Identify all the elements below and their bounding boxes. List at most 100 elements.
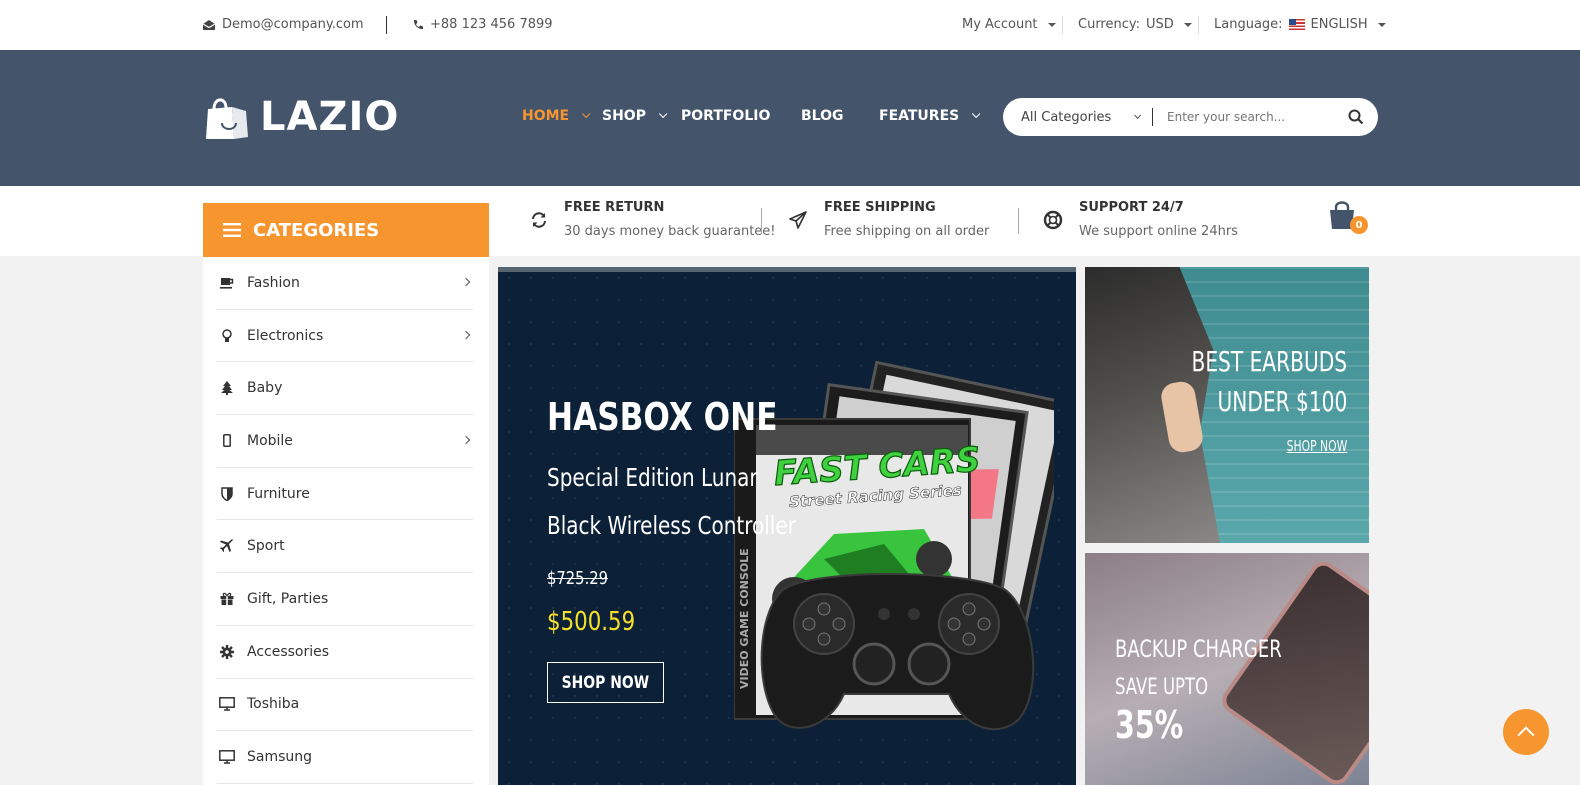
search-category-value: All Categories: [1021, 109, 1112, 125]
category-label: Baby: [247, 380, 283, 397]
paper-plane-icon: [789, 210, 807, 229]
nav-home[interactable]: HOME: [522, 108, 591, 124]
site-logo[interactable]: LAZIO: [202, 93, 399, 141]
nav-features[interactable]: FEATURES: [879, 108, 981, 124]
hero-slider: FAST CARS Street Racing Series VIDEO GAM…: [498, 267, 1076, 785]
nav-shop[interactable]: SHOP: [602, 108, 668, 124]
nav-features-label: FEATURES: [879, 108, 960, 124]
search-icon[interactable]: [1348, 109, 1364, 125]
category-label: Fashion: [247, 274, 300, 291]
category-label: Samsung: [247, 749, 313, 766]
banner-earbuds-cta[interactable]: SHOP NOW: [1286, 437, 1347, 455]
hero-title: HASBOX ONE: [547, 395, 778, 439]
nav-blog[interactable]: BLOG: [801, 108, 844, 124]
nav-portfolio[interactable]: PORTFOLIO: [681, 108, 770, 124]
language-dropdown[interactable]: Language: ENGLISH: [1214, 17, 1386, 32]
caret-down-icon: [1377, 22, 1386, 27]
lifebuoy-icon: [1043, 210, 1063, 229]
category-label: Accessories: [247, 643, 330, 660]
lightbulb-icon: [217, 328, 237, 343]
category-item-fashion[interactable]: Fashion: [217, 257, 473, 310]
feature-support: SUPPORT 24/7 We support online 24hrs: [1043, 200, 1238, 239]
chevron-down-icon: [582, 109, 591, 119]
game-console-product-image: FAST CARS Street Racing Series VIDEO GAM…: [734, 360, 1054, 731]
cart-button[interactable]: 0: [1328, 200, 1368, 234]
categories-title: CATEGORIES: [253, 219, 380, 241]
tree-icon: [217, 381, 237, 396]
feature-free-shipping: FREE SHIPPING Free shipping on all order: [788, 200, 989, 239]
phone-contact[interactable]: +88 123 456 7899: [412, 17, 553, 32]
banner-charger[interactable]: BACKUP CHARGER SAVE UPTO 35%: [1085, 553, 1369, 785]
mobile-phone-icon: [217, 434, 237, 448]
feature-subtitle: We support online 24hrs: [1079, 224, 1238, 239]
scroll-to-top-button[interactable]: [1503, 709, 1549, 755]
category-label: Mobile: [247, 432, 293, 449]
category-label: Gift, Parties: [247, 590, 329, 607]
monitor-icon: [217, 697, 237, 712]
category-item-mobile[interactable]: Mobile: [217, 415, 473, 468]
shield-icon: [217, 486, 237, 501]
currency-value: USD: [1146, 17, 1174, 32]
hamburger-menu-icon: [223, 223, 241, 237]
nav-portfolio-label: PORTFOLIO: [681, 108, 771, 124]
nav-blog-label: BLOG: [801, 108, 844, 124]
category-list: Fashion Electronics Baby Mobile Furnitur…: [203, 257, 489, 784]
feature-subtitle: 30 days money back guarantee!: [564, 224, 776, 239]
my-account-label: My Account: [962, 17, 1038, 32]
search-category-select[interactable]: All Categories: [1003, 108, 1153, 126]
chevron-right-icon: [461, 435, 471, 445]
caret-down-icon: [1047, 22, 1056, 27]
caret-down-icon: [1183, 22, 1192, 27]
currency-dropdown[interactable]: Currency: USD: [1078, 17, 1192, 32]
category-item-furniture[interactable]: Furniture: [217, 468, 473, 521]
feature-subtitle: Free shipping on all order: [824, 224, 990, 239]
hero-shop-now-label: SHOP NOW: [561, 672, 650, 693]
search-input[interactable]: [1153, 110, 1333, 124]
banner-device-image: [1216, 556, 1369, 785]
feature-free-return: FREE RETURN 30 days money back guarantee…: [530, 200, 776, 239]
category-item-sport[interactable]: Sport: [217, 520, 473, 574]
chevron-down-icon: [972, 109, 981, 119]
gift-icon: [217, 592, 237, 606]
category-item-toshiba[interactable]: Toshiba: [217, 679, 473, 732]
email-contact[interactable]: Demo@company.com: [202, 17, 364, 32]
cart-count-badge: 0: [1350, 216, 1368, 234]
hero-price: $500.59: [547, 607, 636, 637]
banner-earbuds[interactable]: BEST EARBUDS UNDER $100 SHOP NOW: [1085, 267, 1369, 543]
category-label: Electronics: [247, 327, 324, 344]
feature-title: FREE RETURN: [564, 200, 665, 215]
phone-icon: [413, 19, 423, 29]
categories-panel: CATEGORIES Fashion Electronics Baby Mobi…: [203, 203, 489, 785]
game-spine-text: VIDEO GAME CONSOLE: [738, 548, 751, 689]
my-account-dropdown[interactable]: My Account: [962, 17, 1056, 32]
hero-subtitle-line1: Special Edition Lunar: [547, 463, 758, 492]
us-flag-icon: [1288, 19, 1305, 30]
categories-header[interactable]: CATEGORIES: [203, 203, 489, 257]
banner-earbuds-line1: BEST EARBUDS: [1191, 345, 1347, 378]
airplane-icon: [217, 539, 237, 553]
main-header: LAZIO HOME SHOP PORTFOLIO BLOG FEATURES …: [0, 50, 1580, 186]
chevron-down-icon: [1134, 111, 1142, 119]
category-item-accessories[interactable]: Accessories: [217, 626, 473, 679]
divider: [1018, 208, 1019, 234]
nav-home-label: HOME: [522, 108, 570, 124]
divider: [1198, 16, 1199, 34]
chevron-right-icon: [461, 330, 471, 339]
divider: [761, 208, 762, 234]
category-item-gift-parties[interactable]: Gift, Parties: [217, 573, 473, 626]
top-bar: Demo@company.com +88 123 456 7899 My Acc…: [0, 0, 1580, 50]
feature-title: FREE SHIPPING: [824, 200, 936, 215]
category-item-samsung[interactable]: Samsung: [217, 731, 473, 784]
banner-charger-line2: SAVE UPTO: [1115, 675, 1209, 700]
email-text: Demo@company.com: [222, 17, 364, 32]
banner-earbuds-line2: UNDER $100: [1217, 385, 1347, 418]
envelope-icon: [202, 19, 216, 30]
feature-title: SUPPORT 24/7: [1079, 200, 1184, 215]
category-item-electronics[interactable]: Electronics: [217, 310, 473, 363]
category-label: Toshiba: [247, 696, 300, 713]
hero-shop-now-button[interactable]: SHOP NOW: [547, 662, 664, 703]
category-item-baby[interactable]: Baby: [217, 362, 473, 416]
monitor-icon: [217, 750, 237, 764]
hero-old-price: $725.29: [547, 568, 609, 589]
language-label: Language:: [1214, 17, 1283, 32]
